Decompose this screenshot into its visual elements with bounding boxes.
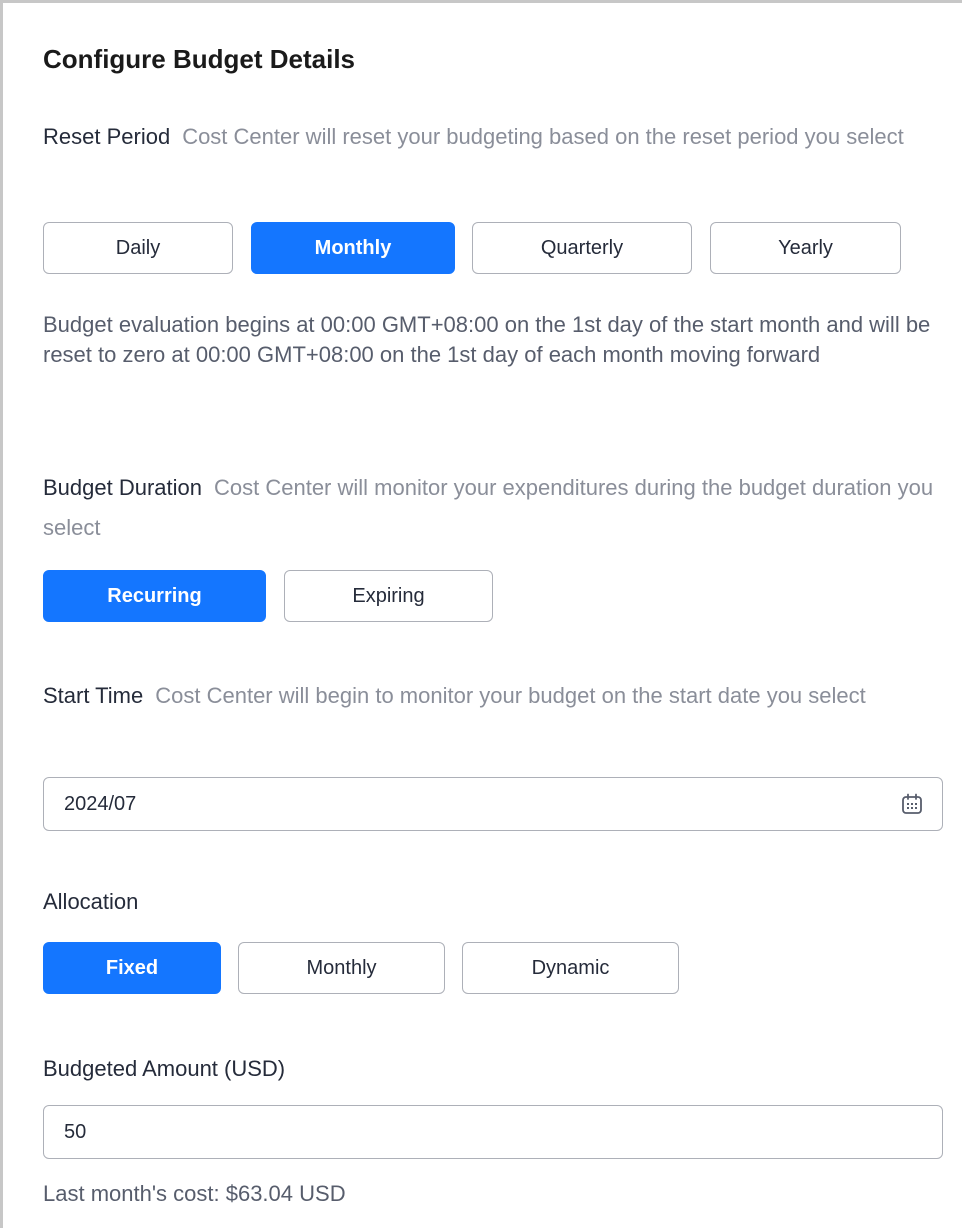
start-time-picker[interactable]: [43, 777, 943, 831]
allocation-label: Allocation: [43, 889, 139, 914]
reset-period-option-yearly[interactable]: Yearly: [710, 222, 901, 274]
reset-period-option-quarterly[interactable]: Quarterly: [472, 222, 692, 274]
frame-top-border: [0, 0, 962, 3]
start-time-header: Start Time Cost Center will begin to moni…: [43, 676, 938, 716]
reset-period-header: Reset Period Cost Center will reset your …: [43, 117, 938, 157]
calendar-icon[interactable]: [898, 790, 926, 818]
last-month-cost: Last month's cost: $63.04 USD: [43, 1181, 346, 1206]
budgeted-amount-label: Budgeted Amount (USD): [43, 1056, 286, 1081]
reset-period-label: Reset Period: [43, 124, 171, 149]
reset-period-hint: Cost Center will reset your budgeting ba…: [182, 124, 904, 149]
budget-duration-header: Budget Duration Cost Center will monitor …: [43, 468, 938, 548]
allocation-option-fixed[interactable]: Fixed: [43, 942, 221, 994]
panel-title: Configure Budget Details: [43, 44, 356, 74]
start-time-label: Start Time: [43, 683, 144, 708]
allocation-option-monthly[interactable]: Monthly: [238, 942, 445, 994]
start-time-hint: Cost Center will begin to monitor your b…: [155, 683, 866, 708]
frame-left-border: [0, 0, 3, 1228]
budgeted-amount-input[interactable]: [64, 1120, 926, 1144]
allocation-option-dynamic[interactable]: Dynamic: [462, 942, 679, 994]
budget-duration-label: Budget Duration: [43, 475, 202, 500]
budget-duration-option-expiring[interactable]: Expiring: [284, 570, 493, 622]
start-time-input[interactable]: [64, 792, 898, 816]
budgeted-amount-field[interactable]: [43, 1105, 943, 1159]
budget-duration-option-recurring[interactable]: Recurring: [43, 570, 266, 622]
reset-period-option-monthly[interactable]: Monthly: [251, 222, 455, 274]
reset-period-description: Budget evaluation begins at 00:00 GMT+08…: [43, 312, 931, 367]
reset-period-option-daily[interactable]: Daily: [43, 222, 233, 274]
